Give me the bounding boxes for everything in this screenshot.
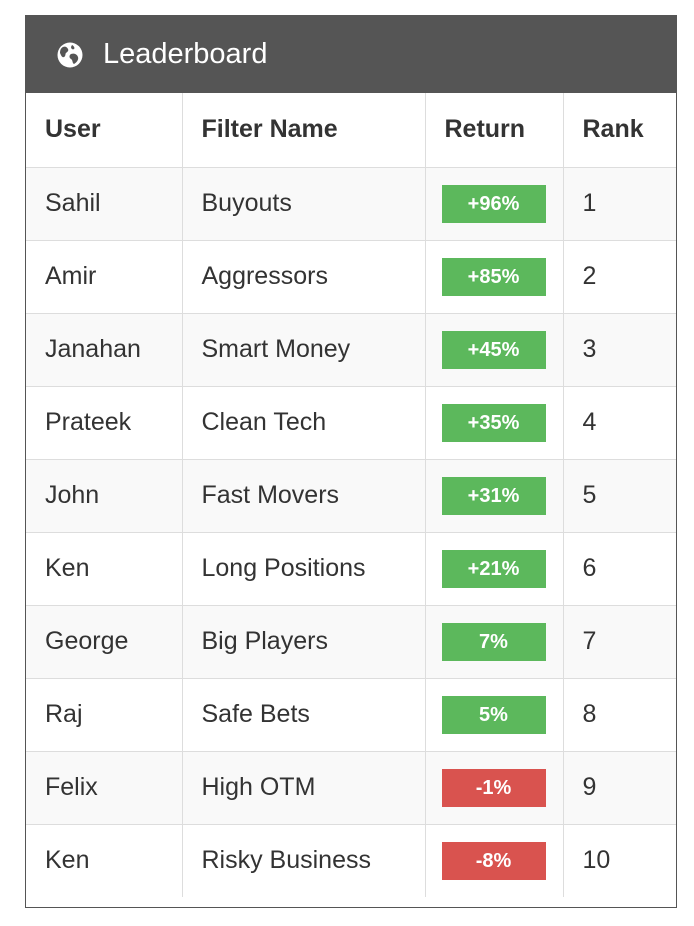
cell-filter-name: Risky Business [181,823,426,897]
globe-icon [57,42,83,67]
panel-header: Leaderboard [26,16,676,93]
return-badge: -1% [441,768,546,807]
return-badge: +31% [441,476,546,515]
cell-rank: 4 [562,385,676,460]
return-badge: +45% [441,330,546,369]
cell-return: +96% [424,166,564,241]
cell-rank: 5 [562,458,676,533]
cell-user: Ken [26,823,183,897]
cell-return: -1% [424,750,564,825]
cell-return: -8% [424,823,564,897]
cell-filter-name: Safe Bets [181,677,426,752]
table-row: Sahil Buyouts +96% 1 [26,166,676,241]
cell-user: Janahan [26,312,183,387]
cell-rank: 8 [562,677,676,752]
cell-return: 5% [424,677,564,752]
cell-filter-name: Smart Money [181,312,426,387]
table-row: Janahan Smart Money +45% 3 [26,312,676,387]
table-row: George Big Players 7% 7 [26,604,676,679]
cell-user: George [26,604,183,679]
panel-title: Leaderboard [103,38,268,70]
column-header-rank: Rank [562,93,676,168]
table-row: Prateek Clean Tech +35% 4 [26,385,676,460]
return-badge: +96% [441,184,546,223]
cell-user: Ken [26,531,183,606]
cell-user: Prateek [26,385,183,460]
column-header-filter-name: Filter Name [181,93,426,168]
cell-return: 7% [424,604,564,679]
return-badge: +21% [441,549,546,588]
cell-rank: 6 [562,531,676,606]
column-header-return: Return [424,93,564,168]
cell-filter-name: High OTM [181,750,426,825]
cell-filter-name: Clean Tech [181,385,426,460]
return-badge: 7% [441,622,546,661]
cell-user: Sahil [26,166,183,241]
cell-filter-name: Big Players [181,604,426,679]
cell-user: Felix [26,750,183,825]
return-badge: -8% [441,841,546,880]
cell-rank: 9 [562,750,676,825]
cell-return: +21% [424,531,564,606]
cell-user: Amir [26,239,183,314]
cell-rank: 2 [562,239,676,314]
table-row: Amir Aggressors +85% 2 [26,239,676,314]
return-badge: +85% [441,257,546,296]
table-row: Ken Risky Business -8% 10 [26,823,676,897]
return-badge: 5% [441,695,546,734]
cell-user: Raj [26,677,183,752]
cell-rank: 1 [562,166,676,241]
cell-rank: 10 [562,823,676,897]
table-row: Ken Long Positions +21% 6 [26,531,676,606]
cell-filter-name: Buyouts [181,166,426,241]
cell-rank: 7 [562,604,676,679]
cell-filter-name: Long Positions [181,531,426,606]
cell-return: +31% [424,458,564,533]
cell-filter-name: Fast Movers [181,458,426,533]
cell-rank: 3 [562,312,676,387]
cell-filter-name: Aggressors [181,239,426,314]
table-header-row: User Filter Name Return Rank [26,93,676,168]
leaderboard-panel: Leaderboard User Filter Name Return Rank… [25,15,677,908]
column-header-user: User [26,93,183,168]
return-badge: +35% [441,403,546,442]
table-row: Felix High OTM -1% 9 [26,750,676,825]
cell-return: +45% [424,312,564,387]
table-row: John Fast Movers +31% 5 [26,458,676,533]
leaderboard-table: User Filter Name Return Rank Sahil Buyou… [26,93,676,897]
cell-return: +85% [424,239,564,314]
table-row: Raj Safe Bets 5% 8 [26,677,676,752]
cell-user: John [26,458,183,533]
cell-return: +35% [424,385,564,460]
